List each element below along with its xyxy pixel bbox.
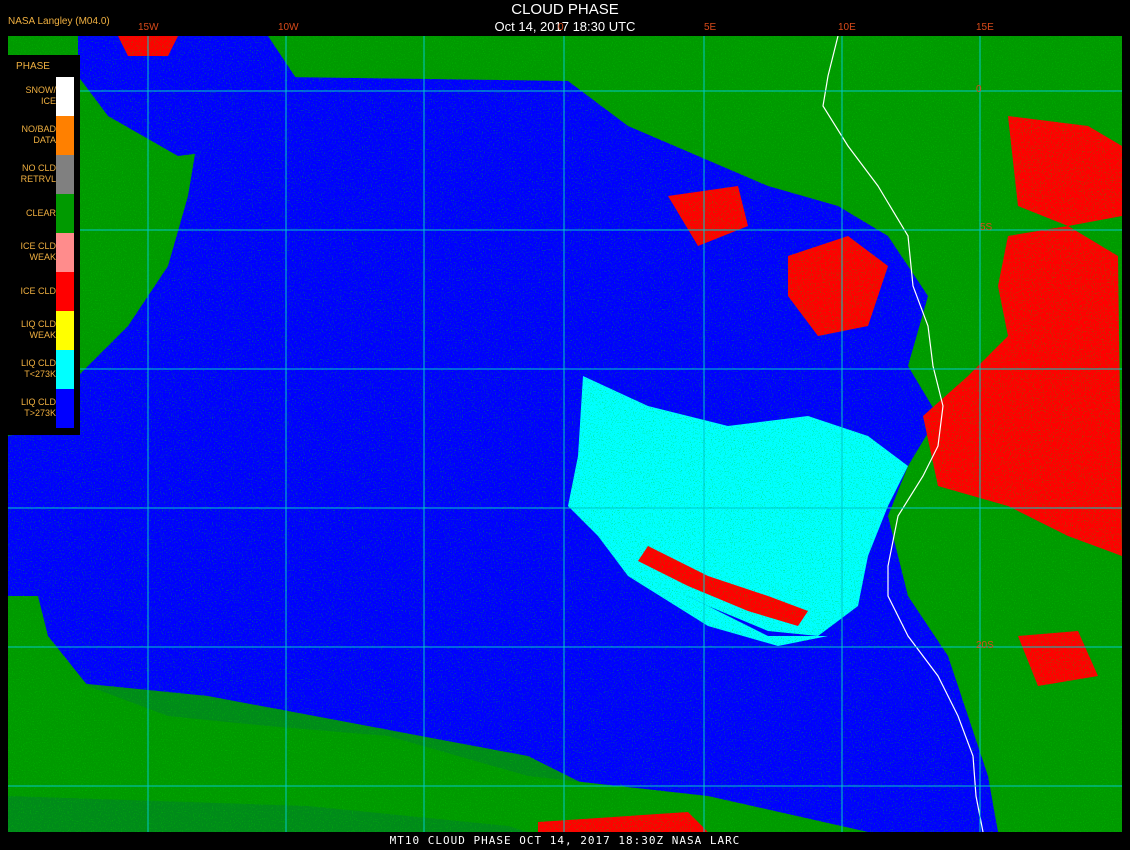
legend-item-label: LIQ CLD WEAK	[6, 319, 56, 341]
legend-item-label-line: LIQ CLD	[20, 397, 56, 407]
legend-item-label: ICE CLD	[6, 286, 56, 297]
legend-item-label-line: NO/BAD	[21, 124, 56, 134]
footer-bar: MT10 CLOUD PHASE OCT 14, 2017 18:30Z NAS…	[0, 832, 1130, 850]
lon-label-10e: 10E	[838, 22, 856, 33]
legend-item-label: CLEAR	[6, 208, 56, 219]
lon-label-5e: 5E	[704, 22, 717, 33]
legend-item-label-line: NO CLD	[21, 163, 56, 173]
legend-item: SNOW/ICE	[8, 77, 80, 116]
footer-caption: MT10 CLOUD PHASE OCT 14, 2017 18:30Z NAS…	[389, 834, 741, 847]
legend-title: PHASE	[16, 61, 50, 72]
speckle-texture	[8, 36, 1122, 832]
legend-item-label-line: SNOW/	[25, 85, 57, 95]
legend-swatch	[56, 389, 74, 428]
legend-swatch	[56, 155, 74, 194]
legend-item-label-line: ICE CLD	[20, 286, 56, 296]
lon-label-15w: 15W	[138, 22, 159, 33]
legend-item-label-line: CLEAR	[25, 208, 56, 218]
legend-item: LIQ CLD T>273K	[8, 389, 80, 428]
legend-item-label: LIQ CLD T>273K	[6, 397, 56, 419]
legend-swatch	[56, 311, 74, 350]
lon-label-10w: 10W	[278, 22, 299, 33]
map-title: CLOUD PHASE	[511, 1, 619, 18]
legend-item-label: LIQ CLD T<273K	[6, 358, 56, 380]
legend-item-label-line: LIQ CLD	[20, 319, 56, 329]
legend-item-label-line: WEAK	[29, 252, 56, 262]
lon-label-0: 0	[558, 22, 564, 33]
legend-item-label: NO CLD RETRVL	[6, 163, 56, 185]
legend-item: NO/BAD DATA	[8, 116, 80, 155]
legend-item-label-line: DATA	[33, 135, 56, 145]
legend-swatch	[56, 116, 74, 155]
legend-item-label-line: ICE	[40, 96, 56, 106]
legend-item-label-line: ICE CLD	[20, 241, 56, 251]
lat-label-5s: 5S	[980, 222, 993, 233]
legend-item-label-line: RETRVL	[20, 174, 56, 184]
legend-item-label-line: LIQ CLD	[20, 358, 56, 368]
title-bar: NASA Langley (M04.0) CLOUD PHASE Oct 14,…	[0, 0, 1130, 36]
legend-item-label: ICE CLD WEAK	[6, 241, 56, 263]
legend-swatch	[56, 350, 74, 389]
legend-item-label: NO/BAD DATA	[6, 124, 56, 146]
legend-item: ICE CLD WEAK	[8, 233, 80, 272]
legend-item-label-line: T>273K	[24, 408, 56, 418]
legend-item: NO CLD RETRVL	[8, 155, 80, 194]
legend-swatch	[56, 194, 74, 233]
legend-item: ICE CLD	[8, 272, 80, 311]
legend-swatch	[56, 77, 74, 116]
legend-item-label-line: WEAK	[29, 330, 56, 340]
phase-legend: PHASE SNOW/ICE NO/BAD DATA NO CLD RETRVL CLEA…	[8, 55, 80, 435]
legend-item: LIQ CLD WEAK	[8, 311, 80, 350]
legend-item: LIQ CLD T<273K	[8, 350, 80, 389]
lon-label-15e: 15E	[976, 22, 994, 33]
legend-swatch	[56, 233, 74, 272]
legend-item-label: SNOW/ICE	[6, 85, 57, 107]
cloud-phase-map	[8, 36, 1122, 832]
lat-label-20s: 20S	[976, 640, 994, 651]
legend-swatch	[56, 272, 74, 311]
legend-item: CLEAR	[8, 194, 80, 233]
map-datetime: Oct 14, 2017 18:30 UTC	[494, 19, 636, 34]
legend-item-label-line: T<273K	[24, 369, 56, 379]
lat-label-0: 0	[976, 84, 982, 95]
